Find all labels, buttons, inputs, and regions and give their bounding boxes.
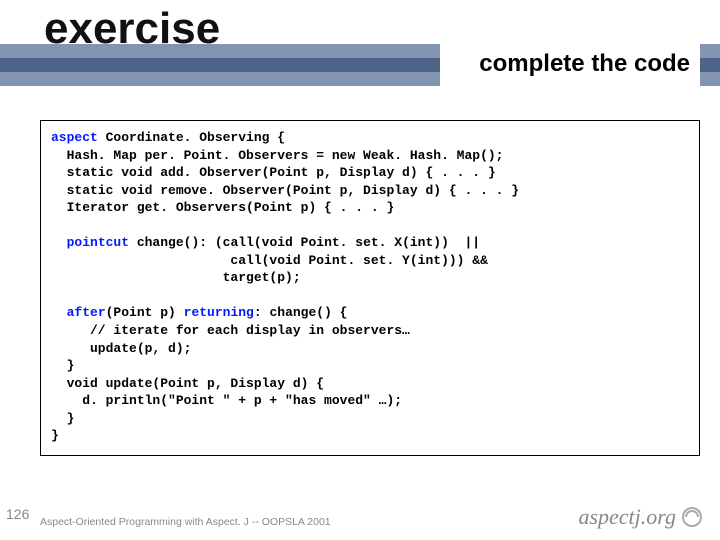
- logo-text: aspectj.org: [578, 504, 676, 530]
- code-content: aspect Coordinate. Observing { Hash. Map…: [51, 129, 689, 445]
- code-line-9: target(p);: [51, 270, 301, 285]
- code-line-18: }: [51, 428, 59, 443]
- code-line-4: static void remove. Observer(Point p, Di…: [51, 183, 519, 198]
- code-line-11a: (Point p): [106, 305, 184, 320]
- keyword-returning: returning: [184, 305, 254, 320]
- code-line-13: update(p, d);: [51, 341, 191, 356]
- slide-subtitle: complete the code: [479, 50, 690, 78]
- code-line-16: d. println("Point " + p + "has moved" …)…: [51, 393, 402, 408]
- slide-number: 126: [6, 506, 29, 522]
- code-box: aspect Coordinate. Observing { Hash. Map…: [40, 120, 700, 456]
- code-line-12: // iterate for each display in observers…: [51, 323, 410, 338]
- code-line-1: Coordinate. Observing {: [98, 130, 285, 145]
- keyword-pointcut: pointcut: [67, 235, 129, 250]
- code-line-5: Iterator get. Observers(Point p) { . . .…: [51, 200, 394, 215]
- code-line-8: call(void Point. set. Y(int))) &&: [51, 253, 488, 268]
- code-line-14: }: [51, 358, 74, 373]
- code-line-7: change(): (call(void Point. set. X(int))…: [129, 235, 480, 250]
- title-bar: exercise complete the code: [0, 0, 720, 90]
- aspectj-logo: aspectj.org: [578, 504, 704, 530]
- keyword-aspect: aspect: [51, 130, 98, 145]
- code-line-2: Hash. Map per. Point. Observers = new We…: [51, 148, 503, 163]
- slide-title: exercise: [44, 4, 220, 54]
- code-line-15: void update(Point p, Display d) {: [51, 376, 324, 391]
- logo-swirl-icon: [680, 505, 704, 529]
- slide-footer: Aspect-Oriented Programming with Aspect.…: [40, 516, 331, 528]
- keyword-after: after: [67, 305, 106, 320]
- slide: exercise complete the code aspect Coordi…: [0, 0, 720, 540]
- code-line-17: }: [51, 411, 74, 426]
- code-line-3: static void add. Observer(Point p, Displ…: [51, 165, 496, 180]
- code-line-11b: : change() {: [254, 305, 348, 320]
